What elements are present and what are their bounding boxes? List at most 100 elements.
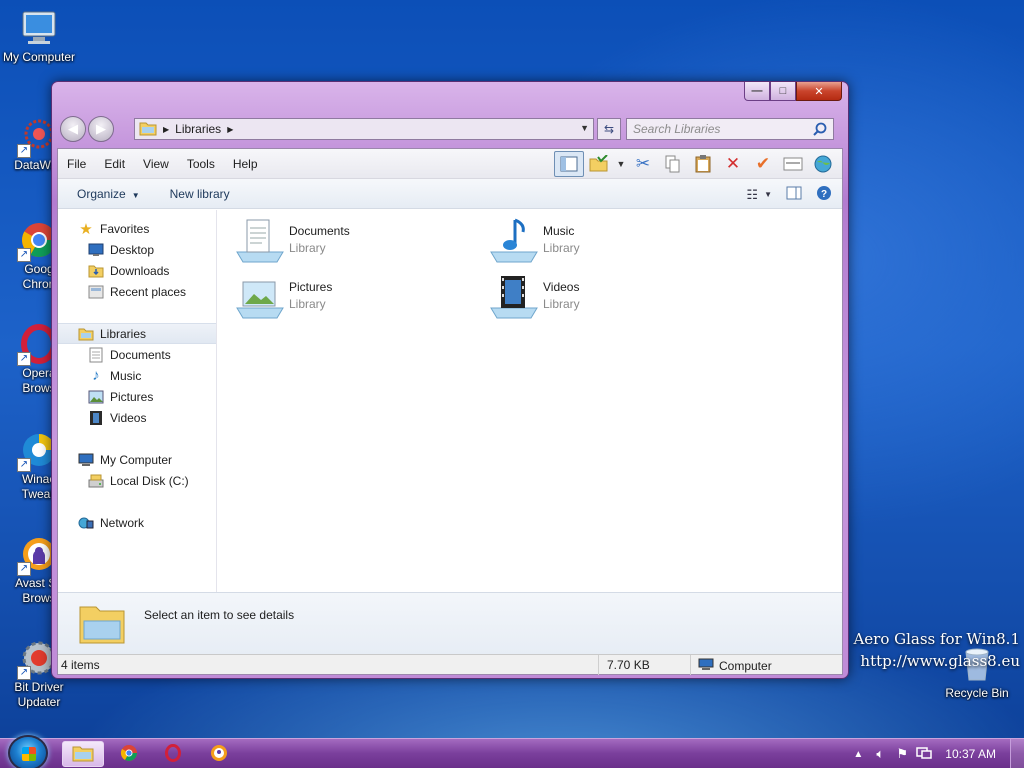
- nav-item-desktop[interactable]: Desktop: [58, 239, 216, 260]
- new-library-button[interactable]: New library: [161, 187, 239, 201]
- nav-item-network[interactable]: Network: [58, 512, 216, 533]
- refresh-button[interactable]: ⇆: [597, 118, 621, 140]
- library-item-documents[interactable]: Documents Library: [235, 216, 485, 266]
- menu-view[interactable]: View: [134, 157, 178, 171]
- breadcrumb-arrow-icon[interactable]: ▶: [227, 125, 233, 134]
- breadcrumb-arrow-icon[interactable]: ▶: [163, 125, 169, 134]
- delete-icon[interactable]: ✕: [718, 151, 748, 177]
- computer-icon: [698, 658, 714, 674]
- nav-item-downloads[interactable]: Downloads: [58, 260, 216, 281]
- folder-options-dropdown-icon[interactable]: ▼: [614, 151, 628, 177]
- volume-muted-icon[interactable]: 🔈︎: [869, 746, 891, 762]
- taskbar-explorer-button[interactable]: [62, 741, 104, 767]
- views-icon[interactable]: [778, 151, 808, 177]
- nav-label: Local Disk (C:): [110, 473, 189, 488]
- library-folder-icon: [139, 120, 157, 139]
- organize-label: Organize: [77, 186, 126, 201]
- minimize-button[interactable]: —: [744, 82, 770, 101]
- library-item-videos[interactable]: Videos Library: [489, 272, 739, 322]
- close-button[interactable]: ✕: [796, 82, 842, 101]
- library-name: Documents: [289, 224, 350, 238]
- status-divider: [598, 655, 599, 675]
- nav-label: Music: [110, 368, 142, 383]
- nav-item-videos[interactable]: Videos: [58, 407, 216, 428]
- cut-icon[interactable]: ✂: [628, 151, 658, 177]
- search-icon[interactable]: [813, 122, 827, 139]
- menu-tools[interactable]: Tools: [178, 157, 224, 171]
- menu-file[interactable]: File: [58, 157, 95, 171]
- explorer-body: ★ Favorites Desktop Downloads Recent pla…: [58, 210, 842, 592]
- search-input[interactable]: [633, 122, 803, 136]
- recent-places-icon: [88, 284, 104, 300]
- explorer-window[interactable]: — □ ✕ ◀ ▶ ▶ Libraries ▶ ▼ ⇆ File Edit Vi…: [51, 81, 849, 679]
- network-status-icon[interactable]: [913, 746, 935, 763]
- organize-button[interactable]: Organize ▼: [68, 187, 149, 201]
- address-dropdown-icon[interactable]: ▼: [580, 123, 589, 133]
- nav-item-local-disk[interactable]: Local Disk (C:): [58, 470, 216, 491]
- aero-glass-watermark: Aero Glass for Win8.1 http://www.glass8.…: [853, 628, 1020, 672]
- back-button[interactable]: ◀: [60, 116, 86, 142]
- nav-label: Pictures: [110, 389, 154, 404]
- status-item-count: 4 items: [61, 658, 100, 672]
- shortcut-arrow-icon: ↗: [17, 562, 31, 576]
- nav-item-my-computer[interactable]: My Computer: [58, 449, 216, 470]
- details-pane: Select an item to see details: [58, 592, 842, 654]
- explorer-folder-icon: [72, 744, 94, 765]
- watermark-line: Aero Glass for Win8.1: [853, 630, 1020, 648]
- desktop-icon-label: My Computer: [2, 50, 76, 64]
- address-bar[interactable]: ▶ Libraries ▶ ▼: [134, 118, 594, 140]
- internet-globe-icon[interactable]: [808, 151, 838, 177]
- nav-label: Documents: [110, 347, 171, 362]
- nav-label: Desktop: [110, 242, 155, 257]
- menu-edit[interactable]: Edit: [95, 157, 134, 171]
- hard-drive-icon: [88, 473, 104, 489]
- show-hidden-icons-icon[interactable]: ▲: [847, 749, 869, 760]
- properties-check-icon[interactable]: ✔: [748, 151, 778, 177]
- paste-icon[interactable]: [688, 151, 718, 177]
- nav-item-recent-places[interactable]: Recent places: [58, 281, 216, 302]
- computer-icon: [19, 8, 59, 48]
- libraries-content: Documents Library Music Library Pictures…: [217, 210, 842, 592]
- svg-text:?: ?: [821, 189, 827, 200]
- view-dropdown-icon[interactable]: ▼: [764, 190, 772, 199]
- taskbar-clock[interactable]: 10:37 AM: [945, 747, 996, 761]
- chrome-icon: [120, 744, 138, 765]
- forward-button[interactable]: ▶: [88, 116, 114, 142]
- change-view-icon[interactable]: ☷: [746, 187, 758, 203]
- shortcut-arrow-icon: ↗: [17, 144, 31, 158]
- help-icon[interactable]: ?: [816, 185, 832, 204]
- navigation-pane-toggle-icon[interactable]: [554, 151, 584, 177]
- computer-icon: [78, 452, 94, 468]
- folder-options-icon[interactable]: [584, 151, 614, 177]
- libraries-icon: [78, 326, 94, 342]
- system-tray: ▲ 🔈︎ ⚑ 10:37 AM: [847, 739, 1024, 768]
- library-item-pictures[interactable]: Pictures Library: [235, 272, 485, 322]
- taskbar-avast-browser-button[interactable]: [198, 741, 240, 767]
- library-item-music[interactable]: Music Library: [489, 216, 739, 266]
- nav-item-favorites[interactable]: ★ Favorites: [58, 218, 216, 239]
- action-center-flag-icon[interactable]: ⚑: [891, 746, 913, 762]
- desktop-icon-label: Bit Driver: [14, 680, 64, 694]
- preview-pane-icon[interactable]: [786, 186, 802, 203]
- taskbar-chrome-button[interactable]: [108, 741, 150, 767]
- network-icon: [78, 515, 94, 531]
- copy-icon[interactable]: [658, 151, 688, 177]
- nav-item-music[interactable]: ♪ Music: [58, 365, 216, 386]
- start-button[interactable]: [8, 735, 48, 768]
- watermark-line: http://www.glass8.eu: [860, 652, 1020, 670]
- status-location: Computer: [698, 658, 772, 674]
- desktop-icon-my-computer[interactable]: My Computer: [0, 8, 78, 65]
- menu-help[interactable]: Help: [224, 157, 267, 171]
- search-box[interactable]: [626, 118, 834, 140]
- nav-item-documents[interactable]: Documents: [58, 344, 216, 365]
- maximize-button[interactable]: □: [770, 82, 796, 101]
- nav-item-libraries[interactable]: Libraries: [58, 323, 216, 344]
- shortcut-arrow-icon: ↗: [17, 666, 31, 680]
- breadcrumb-libraries[interactable]: Libraries: [175, 122, 221, 136]
- shortcut-arrow-icon: ↗: [17, 352, 31, 366]
- taskbar-opera-button[interactable]: [152, 741, 194, 767]
- show-desktop-button[interactable]: [1010, 739, 1024, 768]
- nav-item-pictures[interactable]: Pictures: [58, 386, 216, 407]
- library-name: Pictures: [289, 280, 333, 294]
